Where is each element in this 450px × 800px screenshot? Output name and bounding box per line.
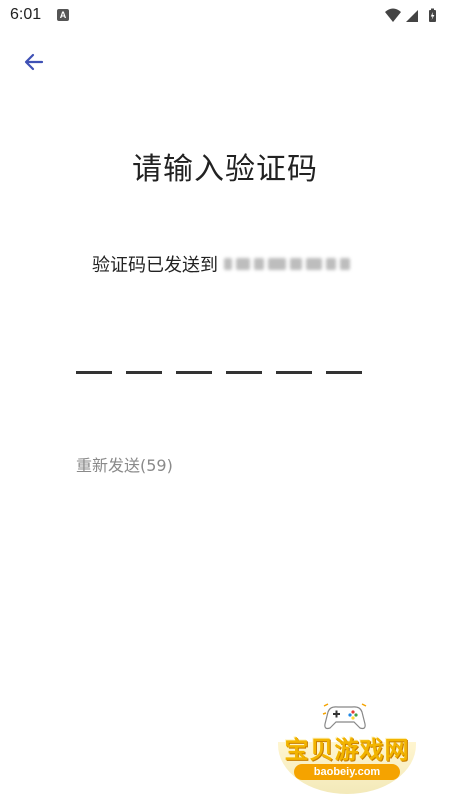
code-digit-slot[interactable] (176, 340, 212, 374)
arrow-left-icon (24, 53, 44, 71)
sent-to-label: 验证码已发送到 (92, 255, 218, 276)
code-digit-slot[interactable] (126, 340, 162, 374)
battery-icon (429, 8, 436, 22)
code-digit-slot[interactable] (276, 340, 312, 374)
watermark-title: 宝贝游戏网 (284, 736, 410, 764)
verification-code-input[interactable] (76, 340, 366, 380)
status-icons (384, 7, 440, 23)
code-digit-slot[interactable] (226, 340, 262, 374)
status-time: 6:01 (10, 6, 42, 23)
notification-app-icon: A (57, 9, 69, 21)
wifi-icon (385, 8, 401, 22)
resend-countdown[interactable]: 重新发送(59) (76, 452, 173, 476)
signal-icon (406, 10, 418, 22)
code-digit-underline (176, 371, 212, 374)
back-button[interactable] (16, 44, 52, 80)
status-bar: 6:01 A (0, 0, 450, 32)
code-digit-underline (326, 371, 362, 374)
code-digit-underline (226, 371, 262, 374)
code-digit-underline (126, 371, 162, 374)
code-digit-slot[interactable] (76, 340, 112, 374)
code-digit-underline (76, 371, 112, 374)
page-title: 请输入验证码 (132, 152, 318, 187)
gamepad-icon (322, 703, 367, 730)
sent-to-line: 验证码已发送到 (92, 250, 350, 278)
code-digit-underline (276, 371, 312, 374)
masked-phone-number (224, 254, 350, 274)
status-icons-svg (385, 8, 436, 22)
code-digit-slot[interactable] (326, 340, 362, 374)
watermark-logo: 宝贝游戏网 baobeiy.com (272, 700, 422, 796)
watermark-url: baobeiy.com (294, 764, 400, 780)
